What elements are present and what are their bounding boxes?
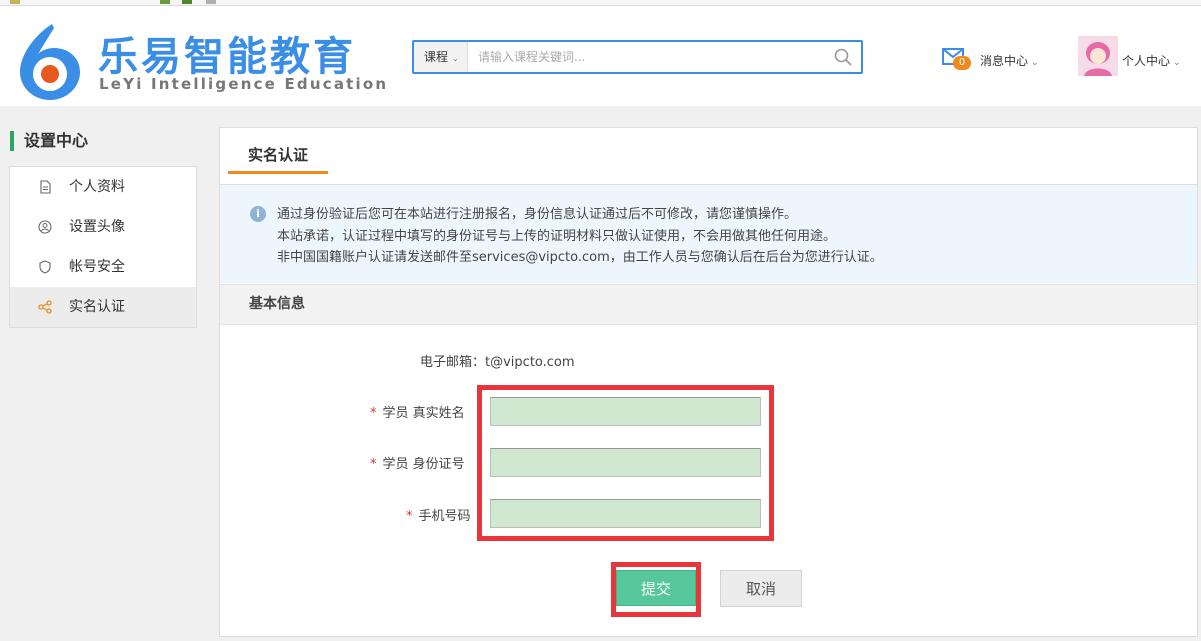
tab-real-name-verification[interactable]: 实名认证 — [228, 142, 328, 174]
logo-icon[interactable] — [14, 20, 84, 102]
sidebar-item-label: 个人资料 — [69, 179, 125, 195]
email-label: 电子邮箱： — [420, 355, 486, 370]
notice-line: 非中国国籍账户认证请发送邮件至services@vipcto.com，由工作人员… — [277, 250, 883, 265]
sidebar-item-label: 设置头像 — [69, 219, 125, 235]
shield-icon — [39, 260, 51, 274]
search-input[interactable] — [478, 46, 818, 68]
avatar-icon — [38, 220, 52, 234]
message-center-label: 消息中心 ⌄ — [980, 54, 1039, 68]
required-mark: * — [370, 406, 377, 421]
logo-subtitle: LeYi Intelligence Education — [99, 75, 389, 93]
chevron-down-icon: ⌄ — [1173, 58, 1181, 68]
sidebar-item-profile[interactable]: 个人资料 — [10, 167, 196, 207]
required-mark: * — [370, 457, 377, 472]
toolbar-icon — [182, 0, 192, 4]
sidebar-item-label: 帐号安全 — [69, 259, 125, 275]
required-mark: * — [406, 509, 413, 524]
notice-line: 本站承诺，认证过程中填写的身份证号与上传的证明材料只做认证使用，不会用做其他任何… — [277, 228, 837, 244]
document-icon — [40, 180, 51, 194]
user-menu-label: 个人中心 ⌄ — [1122, 54, 1181, 68]
search-icon[interactable] — [833, 47, 853, 67]
toolbar-icon — [10, 0, 20, 4]
sidebar-item-verification[interactable]: 实名认证 — [10, 287, 196, 327]
user-menu[interactable]: 个人中心 ⌄ — [1078, 36, 1196, 80]
tab-bar: 实名认证 — [220, 128, 1197, 185]
notice-box: i 通过身份验证后您可在本站进行注册报名，身份信息认证通过后不可修改，请您谨慎操… — [220, 185, 1197, 283]
main-panel: 实名认证 i 通过身份验证后您可在本站进行注册报名，身份信息认证通过后不可修改，… — [219, 127, 1198, 637]
section-title: 基本信息 — [220, 284, 1197, 325]
avatar[interactable] — [1078, 36, 1118, 76]
search-category-label: 课程 — [424, 50, 449, 64]
notice-line: 通过身份验证后您可在本站进行注册报名，身份信息认证通过后不可修改，请您谨慎操作。 — [277, 207, 798, 222]
email-row: 电子邮箱：t@vipcto.com — [420, 351, 575, 370]
cancel-button[interactable]: 取消 — [720, 570, 802, 607]
search-bar: 课程 ⌄ — [412, 40, 863, 74]
chevron-down-icon: ⌄ — [452, 54, 459, 63]
chevron-down-icon: ⌄ — [1031, 58, 1039, 68]
search-category-dropdown[interactable]: 课程 ⌄ — [414, 42, 468, 72]
real-name-label: * 学员 真实姓名 — [370, 406, 465, 421]
sidebar-title: 设置中心 — [10, 131, 88, 151]
site-header: 乐易智能教育 LeYi Intelligence Education 课程⌄ 0… — [0, 6, 1201, 106]
phone-label: * 手机号码 — [406, 509, 471, 524]
sidebar-item-avatar[interactable]: 设置头像 — [10, 207, 196, 247]
sidebar-item-label: 实名认证 — [69, 299, 125, 315]
message-center[interactable]: 0 消息中心 ⌄ — [942, 46, 1052, 76]
info-icon: i — [250, 206, 266, 222]
highlight-box-fields — [477, 385, 774, 541]
message-count-badge: 0 — [953, 56, 971, 70]
email-value: t@vipcto.com — [485, 355, 575, 370]
toolbar-icon — [206, 0, 216, 4]
share-icon — [38, 300, 52, 314]
toolbar-icon — [160, 0, 170, 4]
sidebar-menu: 个人资料 设置头像 帐号安全 实名认证 — [9, 166, 197, 328]
id-number-label: * 学员 身份证号 — [370, 457, 465, 472]
submit-button[interactable]: 提交 — [616, 570, 696, 606]
logo-title[interactable]: 乐易智能教育 — [98, 24, 356, 82]
sidebar-item-security[interactable]: 帐号安全 — [10, 247, 196, 287]
